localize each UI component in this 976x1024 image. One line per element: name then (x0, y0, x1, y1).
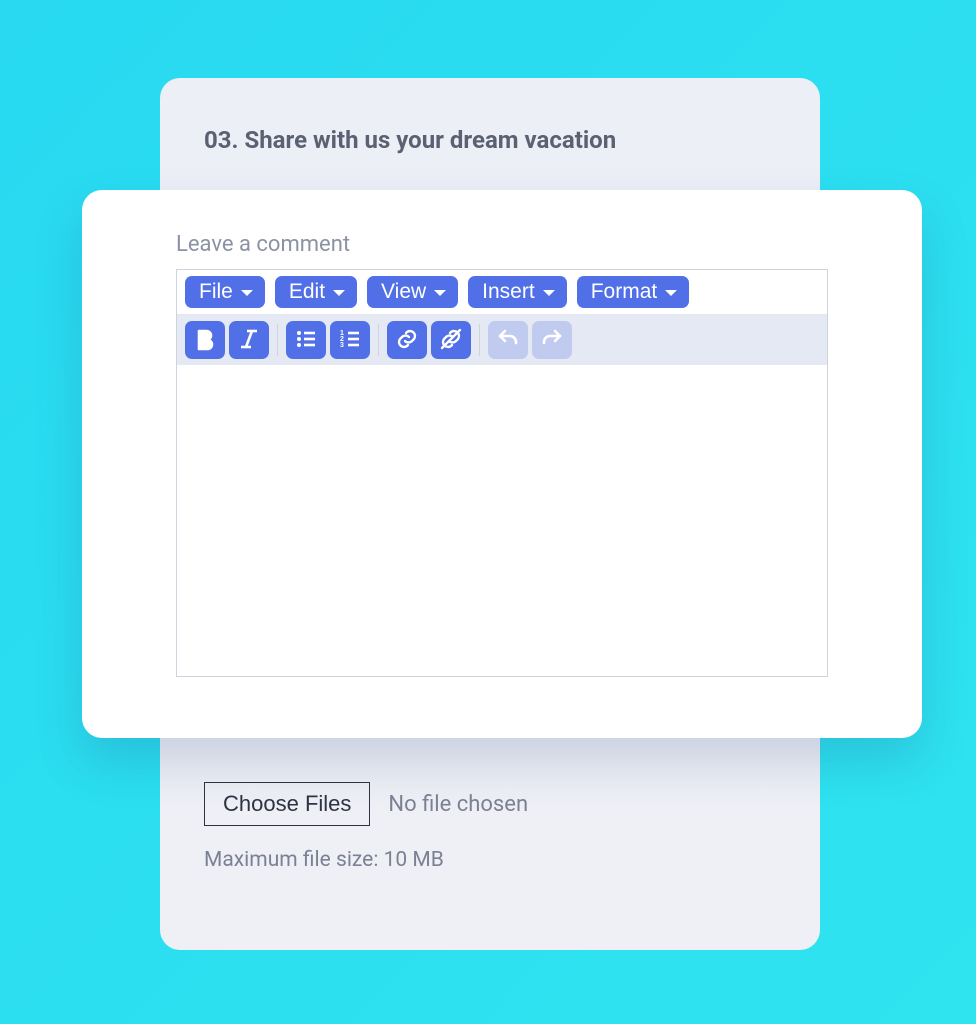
undo-icon (496, 327, 520, 354)
menu-file[interactable]: File (185, 276, 265, 308)
bullet-list-icon (294, 327, 318, 354)
chevron-down-icon (665, 290, 677, 296)
file-upload-row: Choose Files No file chosen (204, 782, 528, 826)
menu-format-label: Format (591, 280, 658, 304)
unlink-icon (439, 327, 463, 354)
chevron-down-icon (434, 290, 446, 296)
editor-panel: Leave a comment File Edit View Insert Fo… (82, 190, 922, 738)
menu-file-label: File (199, 280, 233, 304)
menu-format[interactable]: Format (577, 276, 690, 308)
menu-view[interactable]: View (367, 276, 458, 308)
toolbar-separator (378, 324, 379, 356)
link-button[interactable] (387, 321, 427, 359)
question-title: 03. Share with us your dream vacation (204, 126, 776, 154)
chevron-down-icon (241, 290, 253, 296)
file-size-note: Maximum file size: 10 MB (204, 848, 444, 872)
menu-view-label: View (381, 280, 426, 304)
menu-insert-label: Insert (482, 280, 535, 304)
bold-icon (193, 327, 217, 354)
menu-edit-label: Edit (289, 280, 325, 304)
redo-button[interactable] (532, 321, 572, 359)
undo-button[interactable] (488, 321, 528, 359)
numbered-list-button[interactable]: 1 2 3 (330, 321, 370, 359)
comment-label: Leave a comment (176, 232, 828, 257)
link-icon (395, 327, 419, 354)
chevron-down-icon (333, 290, 345, 296)
toolbar-separator (479, 324, 480, 356)
italic-button[interactable] (229, 321, 269, 359)
menu-edit[interactable]: Edit (275, 276, 357, 308)
choose-files-button[interactable]: Choose Files (204, 782, 370, 826)
editor-toolbar: 1 2 3 (177, 315, 827, 365)
unlink-button[interactable] (431, 321, 471, 359)
numbered-list-icon: 1 2 3 (338, 327, 362, 354)
file-status-text: No file chosen (388, 792, 528, 817)
redo-icon (540, 327, 564, 354)
bullet-list-button[interactable] (286, 321, 326, 359)
toolbar-separator (277, 324, 278, 356)
editor-menubar: File Edit View Insert Format (177, 270, 827, 315)
italic-icon (237, 327, 261, 354)
rich-text-editor: File Edit View Insert Format (176, 269, 828, 677)
bold-button[interactable] (185, 321, 225, 359)
svg-text:3: 3 (340, 342, 344, 349)
chevron-down-icon (543, 290, 555, 296)
menu-insert[interactable]: Insert (468, 276, 567, 308)
editor-textarea[interactable] (177, 365, 827, 676)
